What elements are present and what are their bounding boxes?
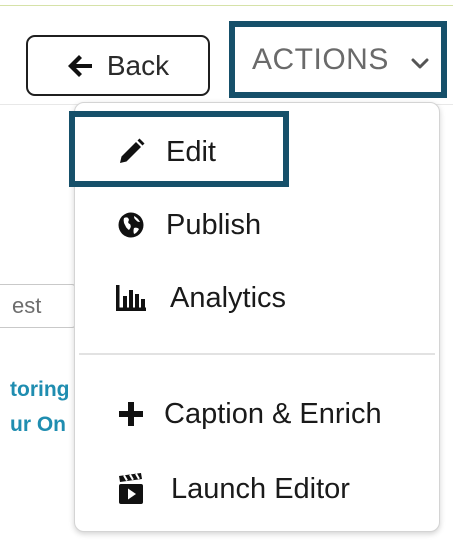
bar-chart-icon: [115, 282, 147, 314]
menu-item-launch-editor[interactable]: Launch Editor: [75, 459, 439, 519]
actions-dropdown-menu: Edit Publish Analytics Caption & Enrich …: [74, 102, 440, 532]
clapperboard-icon: [115, 473, 147, 505]
arrow-left-icon: [67, 54, 93, 78]
background-link-line-1[interactable]: toring: [10, 378, 69, 402]
menu-item-caption-enrich[interactable]: Caption & Enrich: [75, 384, 439, 444]
top-accent-line: [0, 0, 453, 6]
chevron-down-icon: [411, 57, 429, 75]
menu-item-analytics-label: Analytics: [170, 281, 287, 314]
pencil-icon: [115, 136, 147, 168]
menu-item-edit[interactable]: Edit: [75, 122, 439, 182]
plus-icon: [115, 398, 147, 430]
menu-separator: [79, 353, 435, 355]
actions-dropdown-label: ACTIONS: [252, 42, 389, 76]
menu-item-edit-label: Edit: [166, 135, 216, 168]
background-search-input-value: est: [12, 293, 42, 318]
back-button-label: Back: [106, 49, 170, 81]
menu-item-publish[interactable]: Publish: [75, 195, 439, 255]
back-button[interactable]: Back: [26, 35, 210, 96]
menu-item-launch-editor-label: Launch Editor: [171, 472, 350, 505]
actions-dropdown-button[interactable]: ACTIONS: [229, 21, 447, 98]
menu-item-publish-label: Publish: [166, 208, 262, 241]
menu-item-analytics[interactable]: Analytics: [75, 268, 439, 328]
globe-icon: [115, 209, 147, 241]
background-link-line-2[interactable]: ur On: [10, 413, 66, 437]
background-search-input[interactable]: est: [0, 284, 76, 328]
menu-item-caption-enrich-label: Caption & Enrich: [164, 397, 382, 430]
